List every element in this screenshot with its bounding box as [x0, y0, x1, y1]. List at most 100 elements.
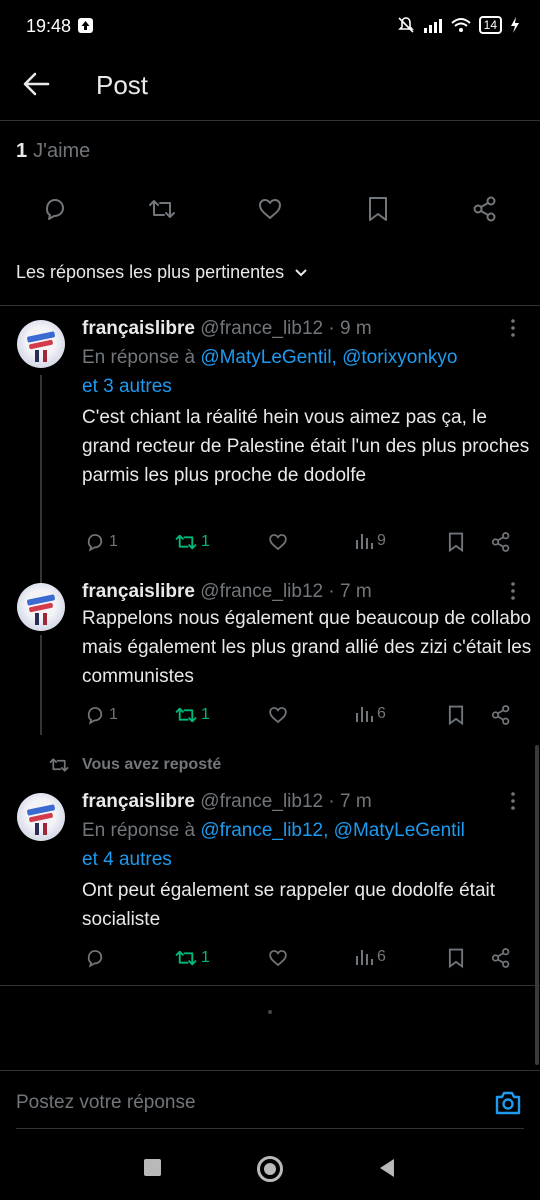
author-name[interactable]: françaislibre: [82, 581, 195, 602]
tweets-end-divider: [0, 985, 540, 986]
more-vertical-icon: [511, 582, 515, 600]
repost-note-label: Vous avez reposté: [82, 756, 222, 773]
tweet-header: françaislibre @france_lib12 · 7 m: [82, 791, 372, 813]
camera-button[interactable]: [494, 1090, 522, 1116]
page-title: Post: [96, 70, 149, 100]
more-options-button[interactable]: [510, 318, 516, 338]
more-vertical-icon: [511, 792, 515, 810]
reply-button[interactable]: [41, 195, 69, 223]
share-button[interactable]: [490, 947, 512, 969]
tweet-time: · 9 m: [328, 318, 372, 339]
views-chart-icon: [356, 950, 373, 965]
repost-button[interactable]: 1: [174, 704, 210, 726]
like-button[interactable]: [267, 947, 292, 969]
reply-context: En réponse à @MatyLeGentil, @torixyonkyo…: [82, 343, 522, 401]
composer-divider: [0, 1070, 540, 1071]
tweet-time: · 7 m: [328, 791, 372, 812]
tweet-actions: 1 1 9: [0, 531, 540, 555]
more-vertical-icon: [511, 319, 515, 337]
back-triangle-icon: [380, 1159, 394, 1177]
back-button[interactable]: [22, 70, 52, 98]
others-link[interactable]: et 3 autres: [82, 376, 172, 397]
views-chart-icon: [356, 707, 373, 722]
reply-button[interactable]: [84, 947, 109, 969]
bookmark-icon: [448, 532, 464, 553]
author-handle[interactable]: @france_lib12: [200, 791, 323, 812]
reply-icon: [87, 534, 103, 552]
composer-underline: [16, 1128, 524, 1129]
tweet-time: · 7 m: [328, 581, 372, 602]
reply-icon: [87, 950, 103, 968]
tweet-text: C'est chiant la réalité hein vous aimez …: [82, 407, 530, 486]
avatar[interactable]: [17, 583, 65, 631]
wifi-icon: [450, 18, 471, 32]
repost-button[interactable]: 1: [174, 947, 210, 969]
bookmark-button[interactable]: [446, 947, 466, 969]
like-button[interactable]: [267, 704, 292, 726]
status-time: 19:48: [26, 16, 72, 36]
reply-count: 1: [109, 533, 118, 550]
signal-icon: [423, 19, 442, 33]
arrow-left-icon: [23, 72, 50, 96]
repost-icon: [175, 707, 197, 723]
scrollbar[interactable]: [535, 745, 539, 1065]
views-chart-icon: [356, 534, 373, 549]
like-button[interactable]: [256, 195, 284, 223]
author-name[interactable]: françaislibre: [82, 318, 195, 339]
like-icon: [269, 707, 287, 724]
recent-apps-button[interactable]: [144, 1159, 161, 1176]
tweet-actions: 1 1 6: [0, 704, 540, 728]
views-button[interactable]: 6: [354, 947, 386, 967]
like-button[interactable]: [267, 531, 292, 553]
repost-count: 1: [201, 949, 210, 966]
repost-icon: [175, 950, 197, 966]
mention-links[interactable]: @MatyLeGentil, @torixyonkyo: [200, 347, 457, 368]
like-icon: [269, 534, 287, 551]
avatar[interactable]: [17, 793, 65, 841]
repost-icon: [49, 758, 69, 772]
reply-prefix: En réponse à: [82, 347, 196, 368]
bookmark-button[interactable]: [365, 195, 391, 223]
likes-number: 1: [16, 140, 28, 162]
tweet-header: françaislibre @france_lib12 · 7 m: [82, 581, 372, 603]
reply-input[interactable]: Postez votre réponse: [16, 1092, 196, 1114]
likes-count[interactable]: 1 J'aime: [16, 140, 90, 163]
share-button[interactable]: [490, 531, 512, 553]
reply-button[interactable]: 1: [84, 531, 118, 553]
author-name[interactable]: françaislibre: [82, 791, 195, 812]
others-link[interactable]: et 4 autres: [82, 849, 172, 870]
tweet-text: Rappelons nous également que beaucoup de…: [82, 608, 532, 687]
reply-button[interactable]: 1: [84, 704, 118, 726]
repost-button[interactable]: 1: [174, 531, 210, 553]
mute-bell-icon: [397, 17, 414, 33]
camera-icon: [495, 1091, 521, 1115]
home-button[interactable]: [257, 1156, 283, 1182]
mention-links[interactable]: @france_lib12, @MatyLeGentil: [200, 820, 465, 841]
more-options-button[interactable]: [510, 791, 516, 811]
repost-indicator: Vous avez reposté: [48, 755, 221, 775]
avatar[interactable]: [17, 320, 65, 368]
share-icon: [473, 196, 496, 222]
likes-label: J'aime: [33, 140, 91, 162]
reply-sort-dropdown[interactable]: Les réponses les plus pertinentes: [16, 262, 308, 283]
nav-back-button[interactable]: [378, 1158, 396, 1178]
view-count: 6: [377, 948, 386, 965]
share-button[interactable]: [471, 195, 499, 223]
author-handle[interactable]: @france_lib12: [200, 318, 323, 339]
header-divider: [0, 120, 540, 121]
status-icons: 14: [397, 16, 520, 34]
author-handle[interactable]: @france_lib12: [200, 581, 323, 602]
bookmark-button[interactable]: [446, 704, 466, 726]
repost-button[interactable]: [147, 195, 177, 223]
tweet-header: françaislibre @france_lib12 · 9 m: [82, 318, 372, 340]
view-count: 9: [377, 532, 386, 549]
like-icon: [269, 950, 287, 967]
views-button[interactable]: 6: [354, 704, 386, 724]
share-button[interactable]: [490, 704, 512, 726]
chevron-down-icon: [295, 268, 307, 276]
more-options-button[interactable]: [510, 581, 516, 601]
views-button[interactable]: 9: [354, 531, 386, 551]
bookmark-button[interactable]: [446, 531, 466, 553]
charging-icon: [511, 17, 519, 33]
loading-dot: [268, 1010, 272, 1014]
